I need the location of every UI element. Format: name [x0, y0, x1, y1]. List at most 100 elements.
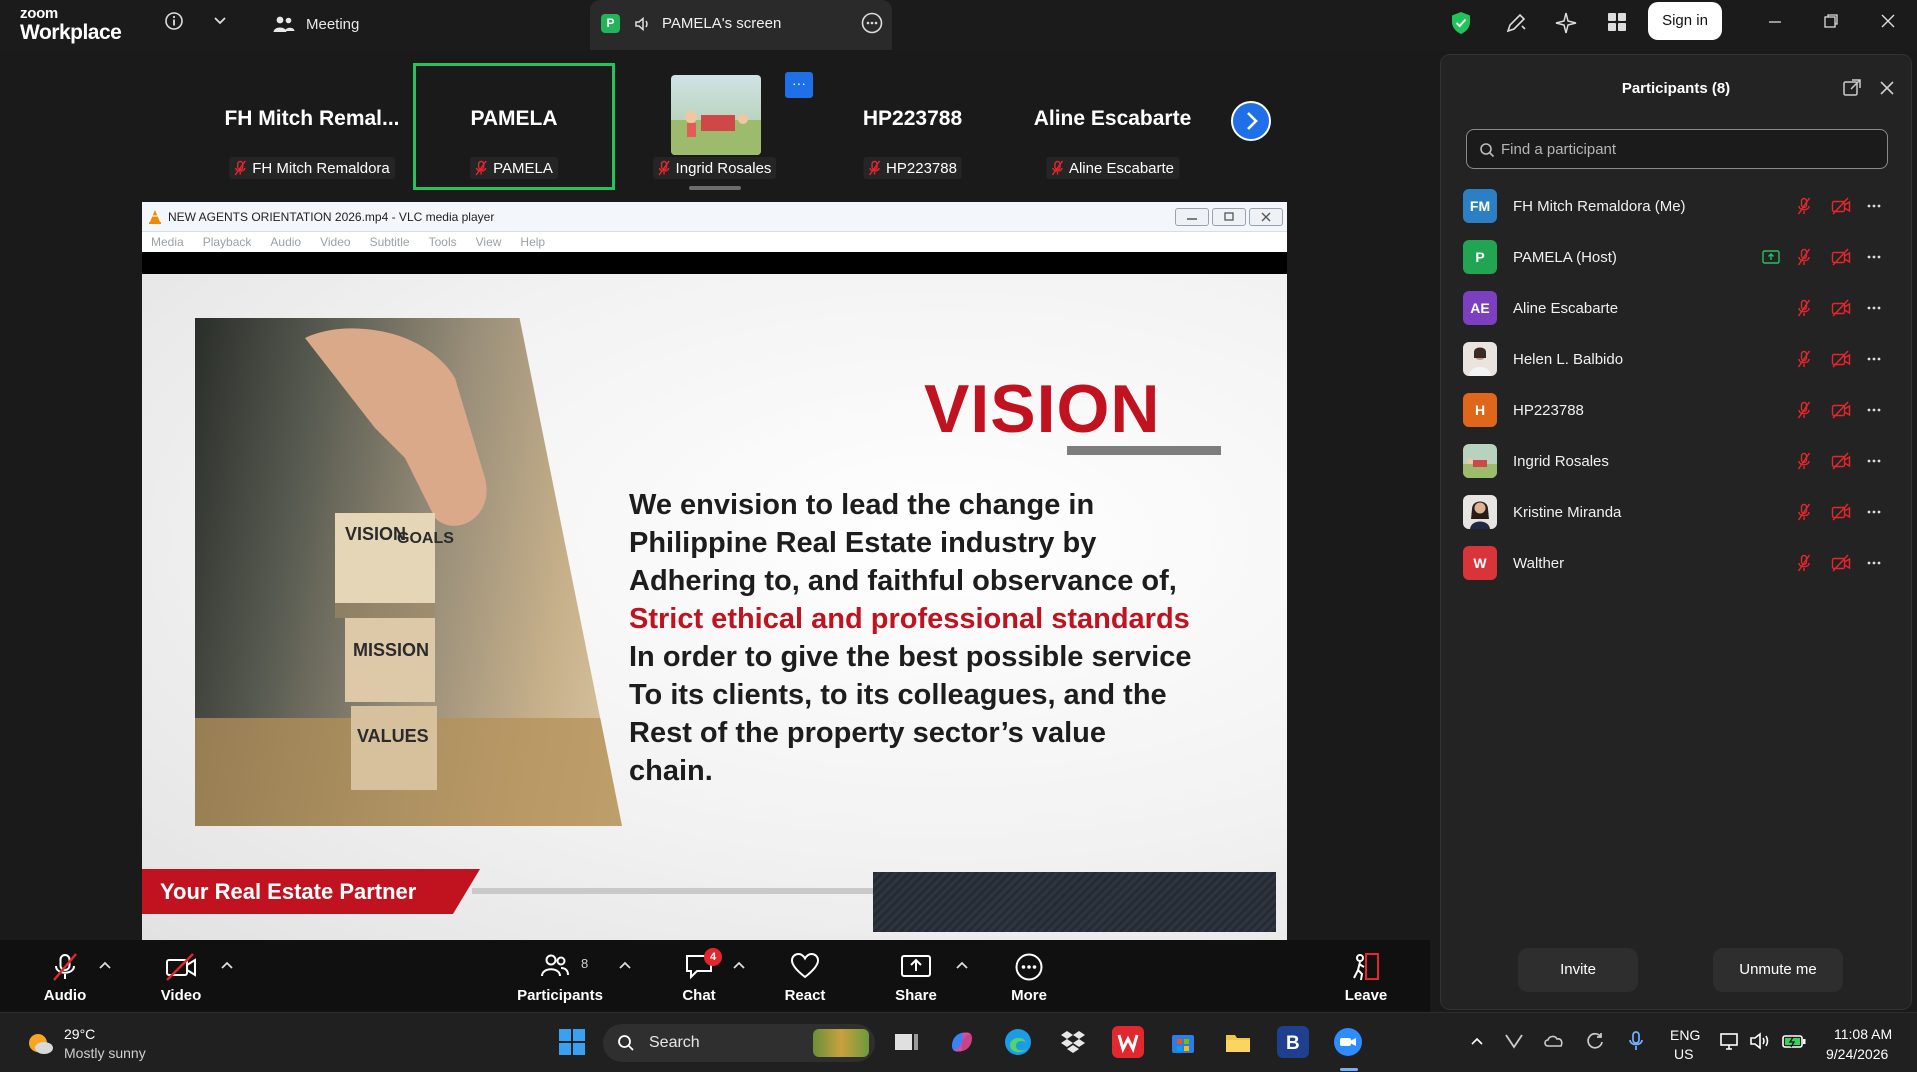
more-button[interactable]: More [1004, 940, 1054, 1012]
vlc-menu-subtitle[interactable]: Subtitle [370, 232, 410, 252]
unmute-me-button[interactable]: Unmute me [1713, 948, 1843, 992]
video-tile-active-speaker[interactable]: PAMELA PAMELA [413, 63, 615, 190]
onedrive-cloud-icon[interactable] [1543, 1030, 1565, 1052]
network-icon[interactable] [1718, 1030, 1740, 1052]
more-options-icon[interactable] [1865, 350, 1883, 368]
participants-options-caret-icon[interactable] [618, 960, 632, 970]
wps-office-icon[interactable] [1112, 1026, 1144, 1058]
audio-button[interactable]: Audio [36, 940, 94, 1012]
popout-icon[interactable] [1842, 78, 1862, 98]
zoom-app-icon[interactable] [1332, 1026, 1364, 1058]
video-off-icon[interactable] [1831, 554, 1851, 572]
participant-row[interactable]: AE Aline Escabarte [1441, 283, 1911, 333]
vlc-menu-audio[interactable]: Audio [270, 232, 301, 252]
vlc-menu-help[interactable]: Help [520, 232, 545, 252]
clock-date[interactable]: 9/24/2026 [1826, 1046, 1888, 1062]
weather-description[interactable]: Mostly sunny [64, 1045, 146, 1061]
sync-icon[interactable] [1584, 1030, 1606, 1052]
weather-temperature[interactable]: 29°C [64, 1026, 95, 1042]
video-off-icon[interactable] [1831, 401, 1851, 419]
vlc-minimize-button[interactable] [1175, 208, 1209, 226]
more-options-icon[interactable] [1865, 401, 1883, 419]
weather-sun-icon[interactable] [25, 1029, 55, 1057]
meeting-menu-button[interactable]: Meeting [272, 10, 359, 38]
video-options-caret-icon[interactable] [220, 960, 234, 970]
video-off-icon[interactable] [1831, 350, 1851, 368]
more-options-icon[interactable] [1865, 197, 1883, 215]
participant-row[interactable]: FM FH Mitch Remaldora (Me) [1441, 181, 1911, 231]
gallery-scroll-indicator[interactable] [689, 186, 741, 190]
mic-muted-icon[interactable] [1797, 299, 1811, 317]
close-window-icon[interactable] [1879, 12, 1897, 30]
participant-row[interactable]: Ingrid Rosales [1441, 436, 1911, 486]
copilot-icon[interactable] [946, 1026, 978, 1058]
volume-icon[interactable] [1749, 1030, 1771, 1052]
vlc-menu-tools[interactable]: Tools [429, 232, 457, 252]
audio-options-caret-icon[interactable] [98, 960, 112, 970]
video-off-icon[interactable] [1831, 197, 1851, 215]
more-options-icon[interactable] [1865, 503, 1883, 521]
language-indicator[interactable]: ENG [1670, 1027, 1700, 1043]
vlc-maximize-button[interactable] [1212, 208, 1246, 226]
info-icon[interactable] [164, 11, 184, 31]
mic-muted-icon[interactable] [1797, 554, 1811, 572]
vlc-close-button[interactable] [1249, 208, 1283, 226]
close-icon[interactable] [1878, 79, 1896, 97]
participant-row[interactable]: W Walther [1441, 538, 1911, 588]
edit-pen-icon[interactable] [1504, 11, 1528, 35]
participant-row[interactable]: Helen L. Balbido [1441, 334, 1911, 384]
video-button[interactable]: Video [152, 940, 210, 1012]
mic-muted-icon[interactable] [1797, 350, 1811, 368]
video-off-icon[interactable] [1831, 299, 1851, 317]
video-off-icon[interactable] [1831, 452, 1851, 470]
vlc-menu-media[interactable]: Media [151, 232, 184, 252]
clock-time[interactable]: 11:08 AM [1834, 1026, 1892, 1042]
file-explorer-icon[interactable] [1222, 1026, 1254, 1058]
more-options-icon[interactable] [1865, 452, 1883, 470]
participant-row[interactable]: H HP223788 [1441, 385, 1911, 435]
video-tile[interactable]: Aline Escabarte Aline Escabarte [1015, 63, 1210, 179]
tile-more-options-button[interactable]: ··· [785, 72, 813, 98]
participant-row[interactable]: P PAMELA (Host) [1441, 232, 1911, 282]
chevron-up-icon[interactable] [1468, 1032, 1486, 1050]
mic-muted-icon[interactable] [1797, 248, 1811, 266]
apps-grid-icon[interactable] [1606, 11, 1628, 33]
video-tile[interactable]: Ingrid Rosales [617, 63, 812, 179]
mic-muted-icon[interactable] [1797, 452, 1811, 470]
vlc-menu-playback[interactable]: Playback [203, 232, 252, 252]
react-button[interactable]: React [780, 940, 830, 1012]
ai-sparkle-icon[interactable] [1554, 11, 1578, 35]
participants-button[interactable]: 8 Participants [515, 940, 605, 1012]
search-input[interactable] [1501, 130, 1881, 168]
view-options-icon[interactable] [860, 11, 884, 35]
mic-muted-icon[interactable] [1797, 503, 1811, 521]
edge-browser-icon[interactable] [1002, 1026, 1034, 1058]
windows-start-icon[interactable] [556, 1026, 588, 1058]
next-page-button[interactable] [1231, 101, 1271, 141]
b-app-icon[interactable]: B [1277, 1026, 1309, 1058]
share-options-caret-icon[interactable] [955, 960, 969, 970]
share-button[interactable]: Share [891, 940, 941, 1012]
vpn-icon[interactable] [1503, 1030, 1525, 1052]
shield-icon[interactable] [1450, 11, 1472, 35]
restore-icon[interactable] [1822, 12, 1840, 30]
keyboard-layout[interactable]: US [1674, 1046, 1693, 1062]
microphone-icon[interactable] [1625, 1030, 1647, 1052]
chat-options-caret-icon[interactable] [732, 960, 746, 970]
vlc-menu-video[interactable]: Video [320, 232, 350, 252]
more-options-icon[interactable] [1865, 299, 1883, 317]
shared-screen-tab[interactable]: P PAMELA's screen [590, 0, 892, 50]
more-options-icon[interactable] [1865, 248, 1883, 266]
chevron-down-icon[interactable] [212, 14, 228, 28]
more-options-icon[interactable] [1865, 554, 1883, 572]
vlc-menu-view[interactable]: View [476, 232, 502, 252]
invite-button[interactable]: Invite [1518, 948, 1638, 992]
task-view-icon[interactable] [890, 1026, 922, 1058]
sign-in-button[interactable]: Sign in [1648, 2, 1722, 40]
mic-muted-icon[interactable] [1797, 197, 1811, 215]
dropbox-icon[interactable] [1057, 1026, 1089, 1058]
battery-charging-icon[interactable] [1781, 1030, 1807, 1052]
microsoft-store-icon[interactable] [1167, 1026, 1199, 1058]
video-tile[interactable]: FH Mitch Remal... FH Mitch Remaldora [212, 63, 412, 179]
video-off-icon[interactable] [1831, 248, 1851, 266]
